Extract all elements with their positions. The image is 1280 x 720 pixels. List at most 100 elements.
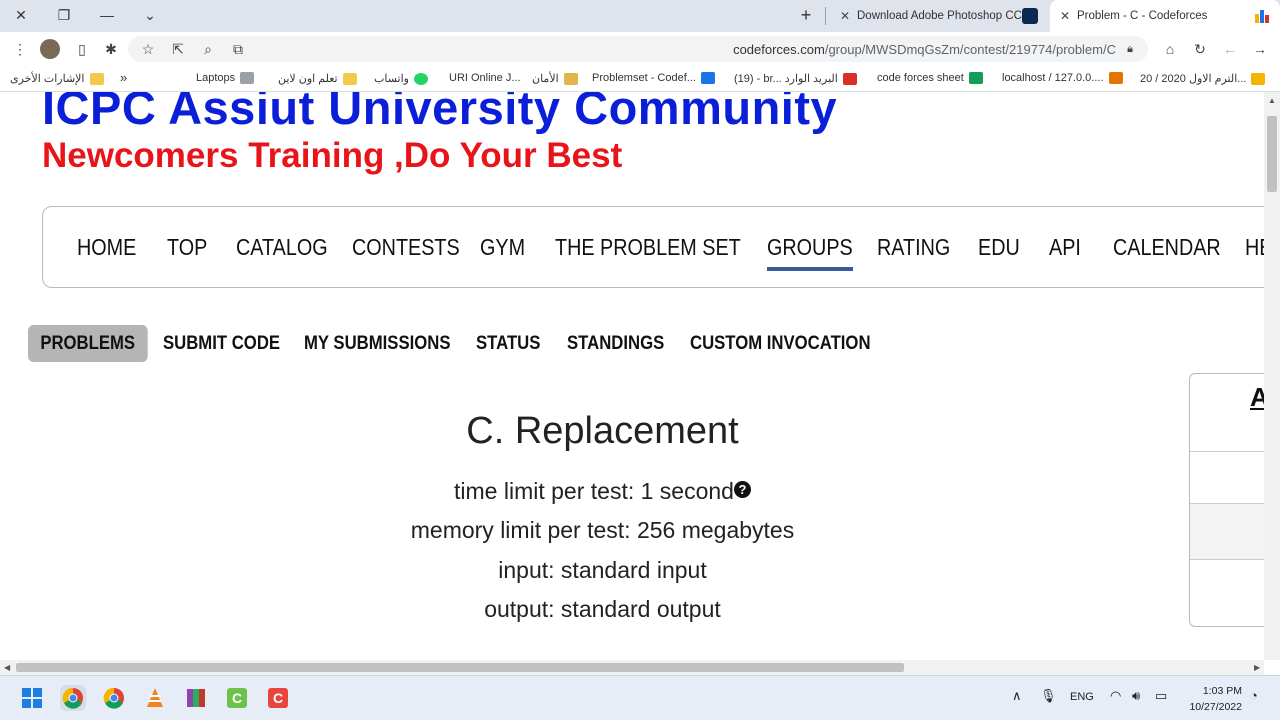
bookmark-cf-sheet[interactable]: code forces sheet bbox=[877, 72, 983, 84]
codeblocks-red-icon[interactable]: C bbox=[265, 685, 291, 711]
menu-gym[interactable]: GYM bbox=[480, 234, 525, 261]
bookmark-uri[interactable]: URI Online J... bbox=[449, 72, 521, 84]
tab-search-chevron-icon[interactable]: ⌄ bbox=[139, 4, 161, 26]
scroll-up-arrow-icon[interactable]: ▲ bbox=[1268, 96, 1276, 105]
menu-edu[interactable]: EDU bbox=[978, 234, 1020, 261]
menu-catalog[interactable]: CATALOG bbox=[236, 234, 328, 261]
url-text[interactable]: codeforces.com/group/MWSDmqGsZm/contest/… bbox=[733, 42, 1116, 57]
tab-separator bbox=[825, 7, 826, 25]
menu-problemset[interactable]: THE PROBLEM SET bbox=[555, 234, 741, 261]
horizontal-scrollbar[interactable]: ◀ ▶ bbox=[0, 660, 1264, 675]
sidebar-box-header[interactable]: A bbox=[1250, 382, 1264, 413]
tab-title: Problem - C - Codeforces bbox=[1077, 10, 1208, 22]
clock[interactable]: 1:03 PM 10/27/2022 bbox=[1180, 683, 1242, 715]
restore-window-icon[interactable]: ❐ bbox=[53, 4, 75, 26]
problem-title: C. Replacement bbox=[466, 410, 739, 452]
menu-calendar[interactable]: CALENDAR bbox=[1113, 234, 1221, 261]
vlc-icon[interactable] bbox=[142, 685, 168, 711]
forward-icon[interactable]: ← bbox=[1220, 39, 1240, 59]
menu-help[interactable]: HE bbox=[1245, 234, 1264, 261]
bookmark-whatsapp[interactable]: واتساب bbox=[374, 72, 428, 85]
home-icon[interactable]: ⌂ bbox=[1160, 39, 1180, 59]
chrome-profile-icon[interactable] bbox=[60, 685, 86, 711]
minimize-window-icon[interactable]: — bbox=[96, 4, 118, 26]
menu-top[interactable]: TOP bbox=[167, 234, 207, 261]
microphone-icon[interactable]: 🎙︎ bbox=[1040, 688, 1057, 704]
close-tab-icon[interactable]: ✕ bbox=[836, 9, 854, 23]
menu-dots-icon[interactable]: ⋮ bbox=[10, 39, 30, 59]
submenu-problems[interactable]: PROBLEMS bbox=[28, 325, 148, 362]
vertical-scrollbar[interactable]: ▲ bbox=[1264, 92, 1280, 660]
menu-api[interactable]: API bbox=[1049, 234, 1081, 261]
bookmark-security[interactable]: الأمان bbox=[532, 72, 578, 85]
zoom-icon[interactable]: ⌕ bbox=[198, 39, 218, 59]
vertical-scroll-thumb[interactable] bbox=[1267, 116, 1277, 192]
submenu-submit-code[interactable]: SUBMIT CODE bbox=[163, 325, 280, 362]
url-host: codeforces.com bbox=[733, 42, 825, 57]
memory-limit: memory limit per test: 256 megabytes bbox=[410, 517, 795, 543]
submenu-status[interactable]: STATUS bbox=[476, 325, 540, 362]
chrome-icon[interactable] bbox=[101, 685, 127, 711]
submenu-standings[interactable]: STANDINGS bbox=[567, 325, 664, 362]
wifi-icon[interactable]: ◠ bbox=[1110, 688, 1121, 704]
lock-icon[interactable]: 🔒︎ bbox=[1120, 39, 1140, 59]
more-bookmarks-icon[interactable]: » bbox=[120, 70, 127, 85]
output-spec: output: standard output bbox=[484, 596, 721, 622]
language-indicator[interactable]: ENG bbox=[1070, 691, 1094, 703]
shield-icon bbox=[563, 72, 578, 85]
reload-icon[interactable]: ↻ bbox=[1190, 39, 1210, 59]
cart-icon bbox=[240, 72, 255, 84]
bookmark-laptops[interactable]: Laptops bbox=[196, 72, 255, 84]
profile-avatar-icon[interactable] bbox=[40, 39, 60, 59]
scroll-left-arrow-icon[interactable]: ◀ bbox=[4, 663, 10, 672]
winrar-icon[interactable] bbox=[183, 685, 209, 711]
horizontal-scroll-thumb[interactable] bbox=[16, 663, 904, 672]
address-bar[interactable]: ☆ ⇱ ⌕ ⧉ codeforces.com/group/MWSDmqGsZm/… bbox=[128, 36, 1148, 62]
bookmark-learn-online[interactable]: تعلم اون لاين bbox=[278, 72, 357, 85]
menu-home[interactable]: HOME bbox=[77, 234, 136, 261]
menu-contests[interactable]: CONTESTS bbox=[352, 234, 460, 261]
tray-chevron-icon[interactable]: ∧ bbox=[1012, 688, 1022, 704]
extensions-icon[interactable]: ✱ bbox=[101, 39, 121, 59]
bookmark-gmail[interactable]: (19) - br... البريد الوارد bbox=[734, 72, 857, 85]
svg-text:C: C bbox=[273, 690, 283, 706]
volume-icon[interactable]: 🔊︎ bbox=[1132, 688, 1140, 704]
menu-groups[interactable]: GROUPS bbox=[767, 234, 853, 271]
sheets-icon bbox=[968, 72, 983, 84]
codeforces-favicon-icon bbox=[1254, 8, 1270, 24]
bookmark-other[interactable]: الإشارات الأخرى bbox=[10, 72, 104, 85]
bookmark-label: (19) - br... البريد الوارد bbox=[734, 73, 838, 85]
battery-icon[interactable]: ▭ bbox=[1155, 688, 1167, 704]
clion-green-icon[interactable]: C bbox=[224, 685, 250, 711]
bookmark-label: URI Online J... bbox=[449, 72, 521, 84]
bookmark-label: واتساب bbox=[374, 73, 409, 85]
close-tab-icon[interactable]: ✕ bbox=[1056, 9, 1074, 23]
submenu-my-submissions[interactable]: MY SUBMISSIONS bbox=[304, 325, 450, 362]
site-title[interactable]: ICPC Assiut University Community bbox=[42, 92, 837, 135]
tab-codeforces[interactable]: ✕ Problem - C - Codeforces bbox=[1050, 0, 1280, 32]
menu-rating[interactable]: RATING bbox=[877, 234, 950, 261]
bookmark-localhost[interactable]: localhost / 127.0.0.... bbox=[1002, 72, 1123, 84]
bookmark-term[interactable]: الترم الاول 2020 / 20... bbox=[1140, 72, 1266, 85]
tab-photoshop[interactable]: ✕ Download Adobe Photoshop CC bbox=[830, 0, 1048, 32]
bookmark-star-icon[interactable]: ☆ bbox=[138, 39, 158, 59]
bookmark-problemset[interactable]: Problemset - Codef... bbox=[592, 72, 715, 84]
analytics-icon bbox=[1251, 72, 1266, 85]
scroll-right-arrow-icon[interactable]: ▶ bbox=[1254, 663, 1260, 672]
new-tab-button[interactable]: + bbox=[795, 4, 817, 26]
close-window-icon[interactable]: ✕ bbox=[10, 4, 32, 26]
tab-title: Download Adobe Photoshop CC bbox=[857, 10, 1022, 22]
bookmark-label: Laptops bbox=[196, 72, 236, 84]
help-question-icon[interactable]: ? bbox=[733, 481, 751, 498]
input-spec: input: standard input bbox=[498, 557, 707, 583]
translate-icon[interactable]: ⧉ bbox=[228, 39, 248, 59]
notification-icon[interactable]: ◔ bbox=[1250, 688, 1258, 703]
bookmark-label: localhost / 127.0.0.... bbox=[1002, 72, 1104, 84]
share-icon[interactable]: ⇱ bbox=[168, 39, 188, 59]
submenu-custom-invocation[interactable]: CUSTOM INVOCATION bbox=[690, 325, 871, 362]
back-icon[interactable]: → bbox=[1250, 39, 1270, 59]
bookmarks-bar: الإشارات الأخرى » Laptops تعلم اون لاين … bbox=[0, 66, 1280, 92]
side-panel-icon[interactable]: ▯ bbox=[72, 39, 92, 59]
windows-start-icon[interactable] bbox=[19, 685, 45, 711]
bookmark-label: تعلم اون لاين bbox=[278, 73, 338, 85]
